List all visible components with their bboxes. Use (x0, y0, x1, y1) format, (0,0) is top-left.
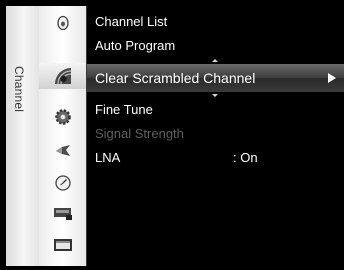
menu-item-list: Channel List Auto Program Clear Scramble… (87, 6, 344, 266)
channel-menu-icon[interactable] (39, 63, 86, 89)
menu-item-value: : On (233, 150, 258, 165)
menu-item-label: Auto Program (95, 38, 176, 53)
menu-category-label: Channel (12, 66, 26, 113)
input-icon (56, 15, 69, 31)
input-menu-icon[interactable] (39, 10, 86, 36)
setup-icon (54, 109, 71, 125)
support-icon (53, 239, 72, 251)
picture-icon (53, 208, 72, 220)
channel-icon (54, 68, 71, 85)
menu-icon-column (39, 6, 87, 266)
menu-item-label: Signal Strength (95, 126, 184, 141)
menu-item-clear-scrambled-channel[interactable]: Clear Scrambled Channel (87, 59, 344, 97)
time-icon (54, 175, 71, 191)
menu-item-signal-strength: Signal Strength (87, 122, 344, 146)
channel-menu: Channel Channel List Auto Program Clear … (6, 6, 344, 266)
time-menu-icon[interactable] (39, 170, 86, 196)
menu-item-channel-list[interactable]: Channel List (87, 10, 344, 34)
sound-menu-icon[interactable] (39, 138, 86, 164)
menu-item-fine-tune[interactable]: Fine Tune (87, 98, 344, 122)
menu-item-lna[interactable]: LNA : On (87, 146, 344, 170)
setup-menu-icon[interactable] (39, 104, 86, 130)
menu-item-label: Fine Tune (95, 102, 153, 117)
menu-item-auto-program[interactable]: Auto Program (87, 34, 344, 58)
sound-icon (55, 145, 70, 156)
support-menu-icon[interactable] (39, 232, 86, 258)
scroll-down-indicator (212, 94, 218, 97)
picture-menu-icon[interactable] (39, 201, 86, 227)
submenu-arrow-icon (328, 73, 336, 83)
menu-category-tab: Channel (6, 6, 40, 266)
menu-item-label: Channel List (95, 14, 168, 29)
menu-item-label: Clear Scrambled Channel (95, 70, 256, 86)
menu-item-label: LNA (95, 150, 121, 165)
scroll-up-indicator (212, 59, 218, 62)
